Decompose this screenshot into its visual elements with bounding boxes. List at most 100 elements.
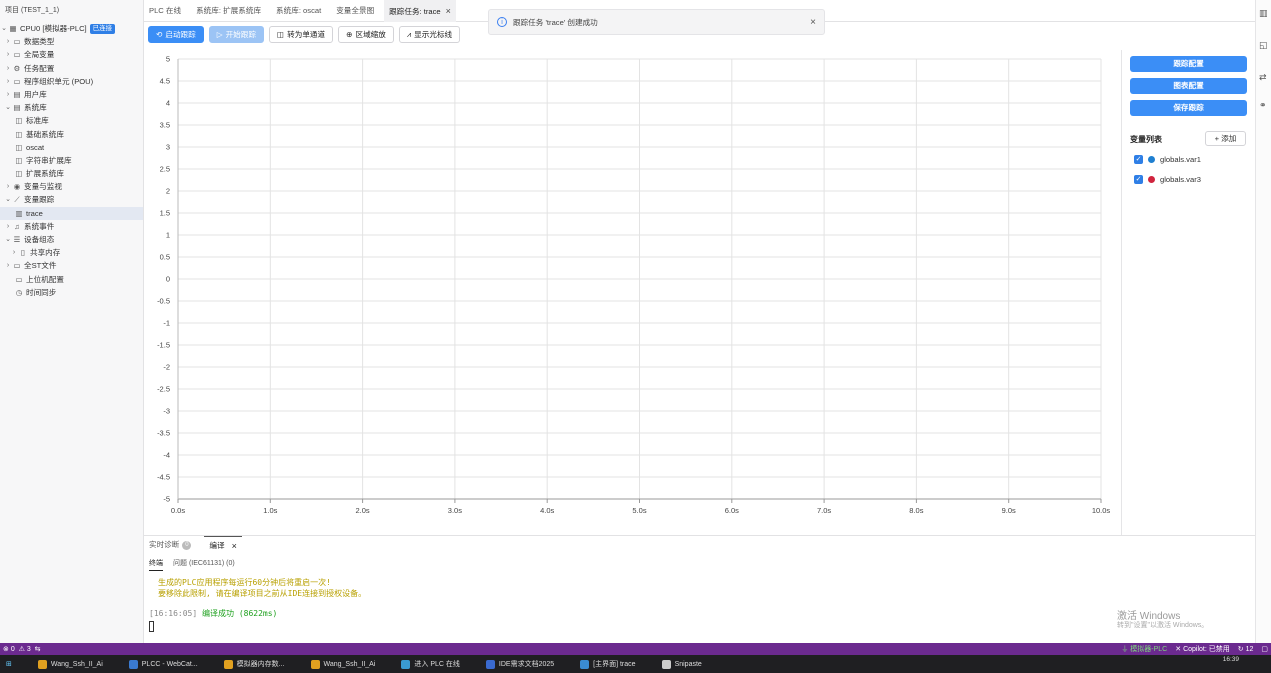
- chevron-right-icon: ›: [6, 64, 10, 72]
- add-variable-button[interactable]: + 添加: [1205, 131, 1246, 146]
- info-icon: i: [497, 17, 507, 27]
- chevron-right-icon: ›: [6, 38, 10, 46]
- checkbox-checked-icon[interactable]: ✓: [1134, 175, 1143, 184]
- start-trace-button[interactable]: ⟲ 启动跟踪: [148, 26, 204, 43]
- taskbar-app[interactable]: Snipaste: [661, 659, 702, 669]
- notification-count[interactable]: ↻ 12: [1238, 645, 1254, 653]
- book-icon: ◫: [15, 129, 23, 139]
- terminal-output[interactable]: 生成的PLC应用程序每运行60分钟后将重启一次! 要移除此限制, 请在编译项目之…: [149, 578, 366, 632]
- remote-icon[interactable]: ⇆: [35, 645, 41, 653]
- tab-ext-syslib[interactable]: 系统库: 扩展系统库: [191, 0, 266, 22]
- taskbar-clock[interactable]: 16:39: [1223, 656, 1239, 663]
- y-tick-label: -1: [163, 319, 170, 328]
- tree-item-trace[interactable]: ▥ trace: [0, 206, 143, 220]
- trace-config-button[interactable]: 跟踪配置: [1130, 56, 1247, 72]
- tree-item-watch[interactable]: › ◉ 变量与监视: [0, 180, 143, 193]
- checkbox-checked-icon[interactable]: ✓: [1134, 155, 1143, 164]
- terminal-cursor: [149, 620, 154, 632]
- tree-item-stdlib[interactable]: ◫ 标准库: [0, 114, 143, 127]
- tree-item-syslib[interactable]: ⌄ ▤ 系统库: [0, 101, 143, 114]
- taskbar-app[interactable]: 模拟器内存数...: [223, 659, 285, 669]
- taskbar-app[interactable]: Wang_Ssh_II_Ai: [310, 659, 375, 669]
- close-icon[interactable]: ×: [446, 6, 451, 16]
- save-trace-button[interactable]: 保存跟踪: [1130, 100, 1247, 116]
- tree-item-strlib[interactable]: ◫ 字符串扩展库: [0, 154, 143, 167]
- tree-item-oscat[interactable]: ◫ oscat: [0, 141, 143, 154]
- tree-item-globals[interactable]: › ▭ 全局变量: [0, 48, 143, 61]
- project-title: 项目 (TEST_1_1): [5, 7, 60, 14]
- tab-trace[interactable]: 跟踪任务: trace ×: [384, 0, 456, 22]
- panel-icon[interactable]: ▥: [1259, 8, 1268, 19]
- taskbar-app[interactable]: Wang_Ssh_II_Ai: [37, 659, 103, 669]
- tree-item-userlib[interactable]: › ▤ 用户库: [0, 88, 143, 101]
- tree-item-devices[interactable]: ⌄ ☰ 设备组态: [0, 233, 143, 246]
- toast-message: 跟踪任务 'trace' 创建成功: [513, 17, 598, 27]
- tree-item-label: 扩展系统库: [26, 169, 64, 179]
- link-icon[interactable]: ⚭: [1259, 100, 1267, 111]
- chevron-right-icon: ›: [6, 183, 10, 191]
- taskbar-app[interactable]: [主界面] trace: [580, 659, 636, 669]
- tree-item-label: 变量与监视: [24, 182, 62, 192]
- tree-item-label: 系统事件: [24, 221, 55, 231]
- chart-config-button[interactable]: 图表配置: [1130, 78, 1247, 94]
- tab-label: 系统库: oscat: [276, 6, 322, 15]
- chat-icon[interactable]: ◱: [1259, 40, 1268, 51]
- tree-cpu[interactable]: ⌄ ▦ CPU0 [模拟器-PLC] 已连接: [0, 22, 143, 35]
- tab-label: 跟踪任务: trace: [389, 7, 441, 16]
- tab-oscat[interactable]: 系统库: oscat: [271, 0, 326, 22]
- tree-item-tasks[interactable]: › ⚙ 任务配置: [0, 62, 143, 75]
- zoom-area-button[interactable]: ⊕ 区域缩放: [338, 26, 394, 43]
- variable-item[interactable]: ✓ globals.var3: [1134, 175, 1201, 184]
- tree-item-timesync[interactable]: ◷ 时间同步: [0, 286, 143, 299]
- error-icon[interactable]: ⊗: [3, 645, 9, 653]
- warning-icon[interactable]: ⚠: [19, 645, 25, 653]
- bell-icon[interactable]: ▢: [1261, 645, 1268, 653]
- tree-item-sharedmem[interactable]: › ▯ 共享内存: [0, 246, 143, 259]
- taskbar-app[interactable]: 进入 PLC 在线: [401, 659, 460, 669]
- tree-item-events[interactable]: › ♫ 系统事件: [0, 220, 143, 233]
- subtab-terminal[interactable]: 终端: [149, 558, 163, 571]
- sim-status[interactable]: ⏚ 模拟器-PLC: [1121, 644, 1167, 654]
- app-label: 进入 PLC 在线: [414, 661, 460, 668]
- book-icon: ◫: [15, 142, 23, 152]
- tree-item-vartrace[interactable]: ⌄ ⟋ 变量跟踪: [0, 193, 143, 206]
- single-channel-button[interactable]: ◫ 转为单通道: [268, 26, 334, 43]
- share-icon[interactable]: ⇄: [1259, 72, 1267, 83]
- series-color-dot: [1148, 156, 1155, 163]
- close-icon[interactable]: ×: [232, 537, 237, 555]
- tab-label: 实时诊断: [149, 540, 180, 549]
- show-cursor-button[interactable]: ⩘ 显示光标线: [398, 26, 461, 43]
- tab-plc-online[interactable]: PLC 在线: [144, 0, 186, 22]
- tree-item-hostcfg[interactable]: ▭ 上位机配置: [0, 273, 143, 286]
- variable-item[interactable]: ✓ globals.var1: [1134, 155, 1201, 164]
- y-tick-label: 5: [166, 55, 170, 64]
- tree-item-baselib[interactable]: ◫ 基础系统库: [0, 128, 143, 141]
- trace-config-panel: 跟踪配置 图表配置 保存跟踪 变量列表 + 添加 ✓ globals.var1 ✓…: [1121, 50, 1255, 535]
- trace-chart[interactable]: 5 4.5 4 3.5 3 2.5 2 1.5 1 0.5 0 -0.5 -1 -1.5 -2 -2.5 -3 -…: [146, 50, 1116, 520]
- y-tick-label: 0.5: [160, 253, 170, 262]
- clock-icon: ◷: [15, 287, 23, 297]
- tree-item-stfiles[interactable]: › ▭ 全ST文件: [0, 259, 143, 272]
- book-icon: ◫: [15, 169, 23, 179]
- tree-item-label: 标准库: [26, 116, 49, 126]
- tab-label: 变量全景图: [336, 6, 375, 15]
- tree-item-datatypes[interactable]: › ▭ 数据类型: [0, 35, 143, 48]
- book-icon: ◫: [15, 155, 23, 165]
- tab-compile[interactable]: 编译 ×: [204, 536, 242, 555]
- zoom-icon: ⊕: [346, 30, 353, 39]
- eye-icon: ◉: [13, 182, 21, 192]
- taskbar-app[interactable]: PLCC - WebCat...: [128, 659, 198, 669]
- app-icon: [661, 659, 671, 669]
- y-tick-label: 3: [166, 143, 170, 152]
- windows-start-icon[interactable]: ⊞: [6, 660, 12, 668]
- tree-item-pou[interactable]: › ▭ 程序组织单元 (POU): [0, 75, 143, 88]
- subtab-problems[interactable]: 问题 (IEC61131) (0): [173, 558, 235, 571]
- tab-var-overview[interactable]: 变量全景图: [331, 0, 379, 22]
- copilot-status[interactable]: ✕ Copilot: 已禁用: [1175, 644, 1230, 654]
- taskbar-app[interactable]: IDE需求文档2025: [485, 659, 554, 669]
- close-icon[interactable]: ×: [810, 17, 816, 28]
- tab-diagnostics[interactable]: 实时诊断 0: [144, 536, 196, 554]
- tree-item-extlib[interactable]: ◫ 扩展系统库: [0, 167, 143, 180]
- begin-trace-button[interactable]: ▷ 开始跟踪: [208, 26, 264, 43]
- device-icon: ☰: [13, 235, 21, 244]
